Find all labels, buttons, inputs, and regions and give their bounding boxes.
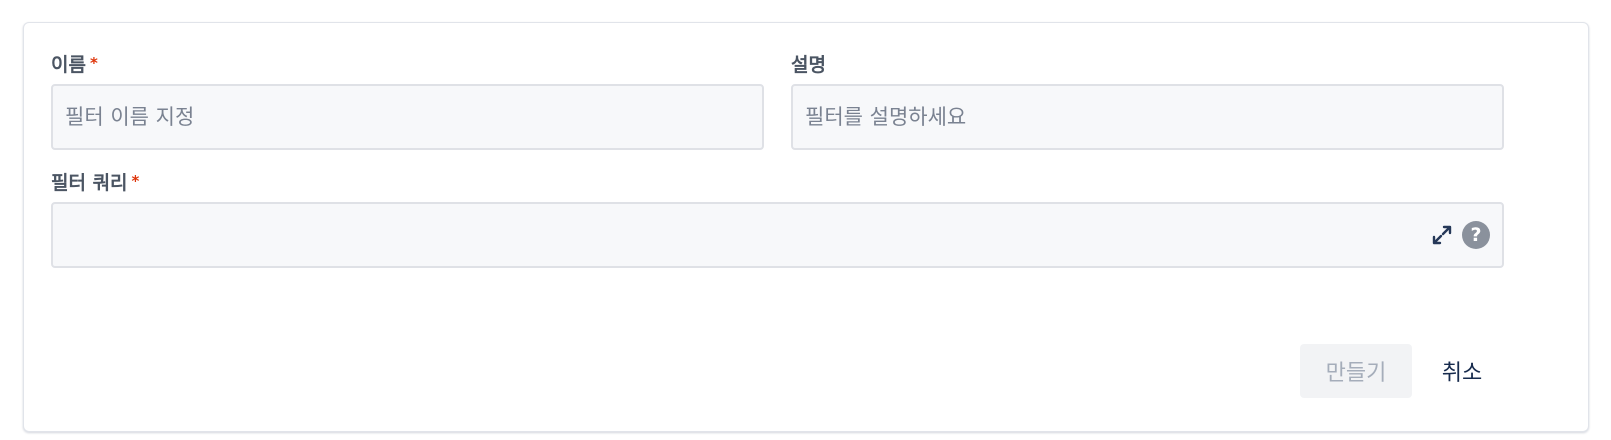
query-input[interactable] — [53, 204, 1502, 266]
query-label: 필터 쿼리 * — [51, 171, 139, 196]
help-icon[interactable]: ? — [1462, 221, 1490, 249]
required-marker: * — [131, 172, 140, 190]
create-button[interactable]: 만들기 — [1300, 344, 1412, 398]
description-input[interactable] — [793, 86, 1502, 148]
cancel-button[interactable]: 취소 — [1422, 344, 1502, 398]
description-field[interactable] — [791, 84, 1504, 150]
name-label: 이름 * — [51, 53, 98, 78]
required-marker: * — [89, 54, 98, 72]
query-field[interactable]: ? — [51, 202, 1504, 268]
name-field[interactable] — [51, 84, 764, 150]
name-input[interactable] — [53, 86, 762, 148]
query-label-text: 필터 쿼리 — [51, 172, 128, 194]
name-label-text: 이름 — [51, 54, 86, 76]
query-tools: ? — [1431, 221, 1490, 249]
description-label-text: 설명 — [791, 54, 826, 76]
description-label: 설명 — [791, 53, 826, 77]
expand-icon[interactable] — [1431, 224, 1453, 246]
create-filter-form: 이름* 설명 필터 쿼리* ? 만들기 취소 — [23, 22, 1589, 432]
